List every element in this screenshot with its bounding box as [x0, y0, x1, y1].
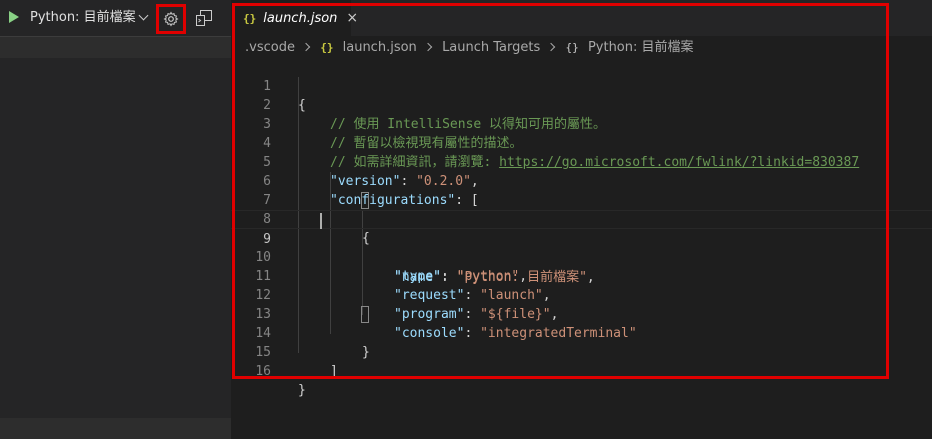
current-code-line: 9 "name": "Python: 目前檔案", — [231, 210, 932, 285]
code-line: 11 "request": "launch", — [231, 248, 932, 303]
breadcrumb-folder[interactable]: .vscode — [245, 40, 295, 55]
close-icon[interactable]: × — [346, 10, 358, 26]
sidebar-bottom-panel-header[interactable] — [0, 418, 231, 439]
open-launch-json-button[interactable] — [156, 4, 186, 34]
code-line: 7 — [231, 172, 932, 208]
json-file-icon: {} — [243, 11, 257, 25]
debug-console-button[interactable] — [195, 9, 213, 27]
debug-sidebar: Python: 目前檔案 — [0, 0, 231, 439]
debug-config-select[interactable]: Python: 目前檔案 — [26, 8, 152, 28]
tab-label: launch.json — [263, 10, 338, 26]
breadcrumb-section[interactable]: Launch Targets — [442, 40, 540, 55]
code-line: 2 // 使用 IntelliSense 以得知可用的屬性。 — [231, 77, 932, 132]
debug-console-icon — [196, 10, 212, 26]
code-line: 16 } — [231, 343, 932, 398]
bracket-match-highlight — [361, 306, 369, 323]
gear-icon — [163, 11, 179, 27]
code-line: 14 } — [231, 305, 932, 360]
variables-panel-header[interactable] — [0, 37, 231, 58]
bracket-match-highlight — [361, 192, 369, 209]
code-line: 4 // 如需詳細資訊，請瀏覽: https://go.microsoft.co… — [231, 115, 932, 170]
code-line: 12 "program": "${file}", — [231, 267, 932, 322]
json-file-icon: {} — [320, 41, 334, 54]
code-line: 1 { — [231, 58, 932, 113]
breadcrumb-item[interactable]: Python: 目前檔案 — [588, 40, 694, 55]
code-line: 15 ] — [231, 324, 932, 379]
line-number: 16 — [255, 364, 271, 379]
editor-tab-bar: {} launch.json × — [231, 0, 932, 36]
tab-launch-json[interactable]: {} launch.json × — [231, 0, 358, 36]
code-line: 8 { — [231, 191, 932, 246]
code-editor[interactable]: 1 { 2 // 使用 IntelliSense 以得知可用的屬性。 3 // … — [231, 58, 932, 439]
code-line: 5 "version": "0.2.0", — [231, 134, 932, 189]
chevron-right-icon — [301, 42, 311, 52]
close-brace: } — [298, 383, 306, 398]
breadcrumb: .vscode {} launch.json Launch Targets {}… — [245, 37, 694, 59]
debug-toolbar: Python: 目前檔案 — [0, 0, 231, 36]
debug-config-label: Python: 目前檔案 — [30, 10, 136, 25]
text-cursor — [320, 213, 322, 229]
close-bracket: ] — [330, 364, 338, 379]
object-icon: {} — [565, 41, 579, 54]
code-line: 3 // 暫留以檢視現有屬性的描述。 — [231, 96, 932, 151]
chevron-right-icon — [423, 42, 433, 52]
code-line: 6 "configurations": [ — [231, 153, 932, 208]
code-line: 10 "type": "python", — [231, 229, 932, 284]
chevron-right-icon — [547, 42, 556, 52]
play-icon[interactable] — [9, 11, 19, 23]
code-line: 13 "console": "integratedTerminal" — [231, 286, 932, 341]
breadcrumb-file[interactable]: launch.json — [343, 40, 417, 55]
